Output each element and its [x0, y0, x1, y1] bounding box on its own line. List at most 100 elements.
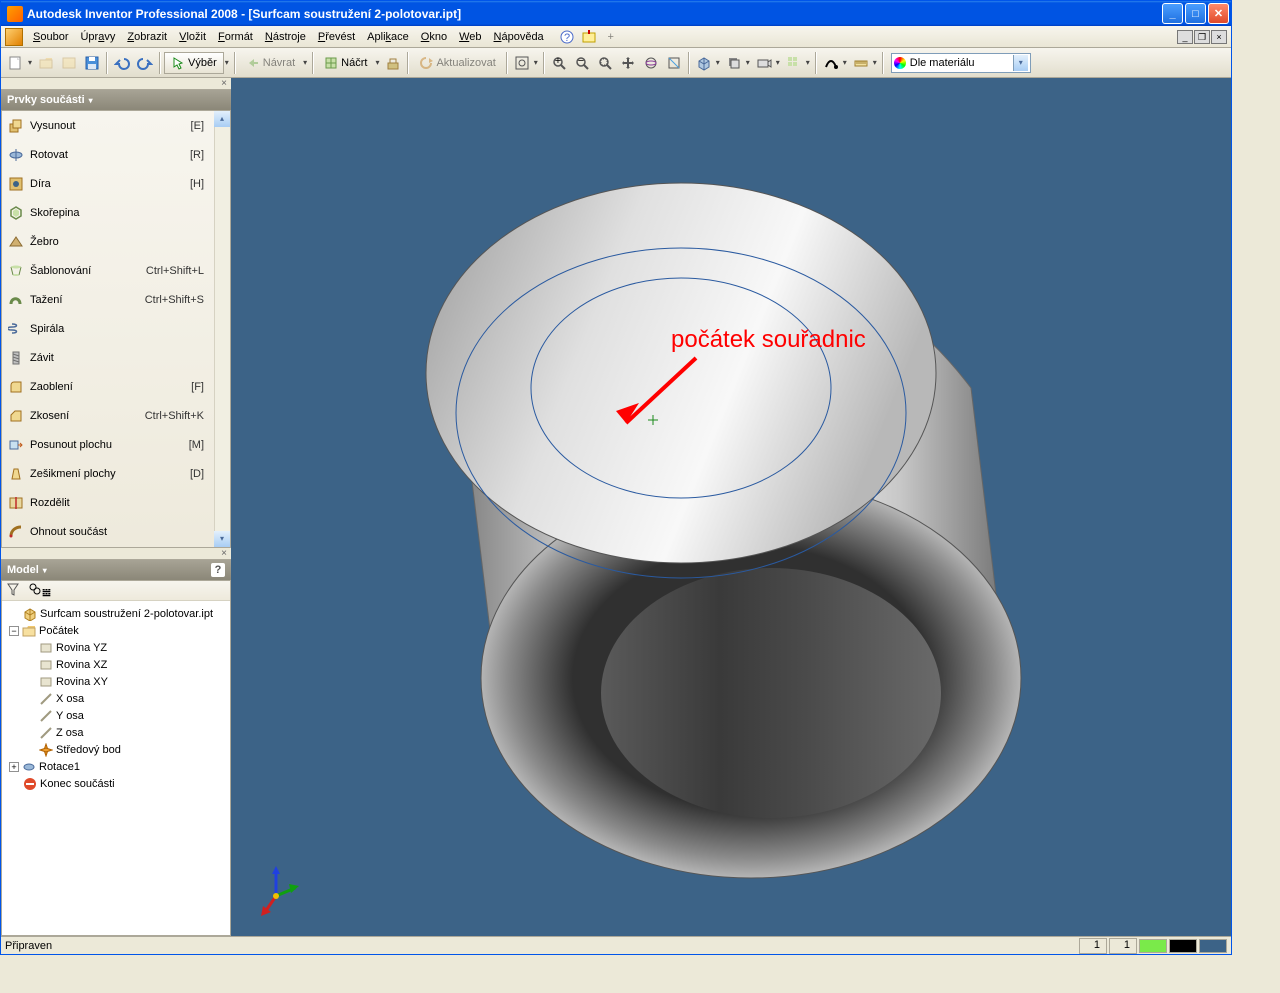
- tree-root[interactable]: Surfcam soustružení 2-polotovar.ipt: [6, 605, 226, 622]
- model-help-icon[interactable]: ?: [211, 563, 225, 577]
- tree-origin-child[interactable]: X osa: [6, 690, 226, 707]
- undo-button[interactable]: [111, 52, 133, 74]
- menu-web[interactable]: Web: [453, 29, 487, 45]
- menu-file[interactable]: Soubor: [27, 29, 74, 45]
- measure-dropdown[interactable]: ▾: [873, 58, 879, 67]
- tree-origin-child[interactable]: Y osa: [6, 707, 226, 724]
- feature-coil[interactable]: Spirála: [2, 314, 230, 343]
- feature-hole[interactable]: Díra[H]: [2, 169, 230, 198]
- features-scrollbar[interactable]: [214, 111, 230, 547]
- camera-button[interactable]: [753, 52, 775, 74]
- app-cube-icon: [5, 28, 23, 46]
- menu-format[interactable]: Formát: [212, 29, 259, 45]
- mdi-minimize-button[interactable]: _: [1177, 30, 1193, 44]
- grid-dropdown[interactable]: ▾: [806, 58, 812, 67]
- menu-convert[interactable]: Převést: [312, 29, 361, 45]
- whatsnew-icon[interactable]: [578, 26, 600, 48]
- open-button[interactable]: [35, 52, 57, 74]
- tree-origin-child[interactable]: Rovina YZ: [6, 639, 226, 656]
- open2-button[interactable]: [58, 52, 80, 74]
- features-close[interactable]: ×: [1, 78, 231, 90]
- zoom-all-button[interactable]: [511, 52, 533, 74]
- orbit-button[interactable]: [640, 52, 662, 74]
- measure-button[interactable]: [850, 52, 872, 74]
- zoom-window-button[interactable]: +: [548, 52, 570, 74]
- redo-button[interactable]: [134, 52, 156, 74]
- select-button[interactable]: Výběr: [164, 52, 224, 74]
- menu-apps[interactable]: Aplikace: [361, 29, 415, 45]
- tree-origin-child[interactable]: Středový bod: [6, 741, 226, 758]
- menu-tools[interactable]: Nástroje: [259, 29, 312, 45]
- camera-dropdown[interactable]: ▾: [776, 58, 782, 67]
- mdi-restore-button[interactable]: ❐: [1194, 30, 1210, 44]
- menu-edit[interactable]: Úpravy: [74, 29, 121, 45]
- tree-origin-child[interactable]: Rovina XY: [6, 673, 226, 690]
- menu-insert[interactable]: Vložit: [173, 29, 212, 45]
- feature-sweep[interactable]: TaženíCtrl+Shift+S: [2, 285, 230, 314]
- sketch-tool1[interactable]: [382, 52, 404, 74]
- feature-moveface[interactable]: Posunout plochu[M]: [2, 430, 230, 459]
- model-header[interactable]: Model ▾ ?: [1, 560, 231, 580]
- new-button[interactable]: [5, 52, 27, 74]
- shadow-dropdown[interactable]: ▾: [746, 58, 752, 67]
- tree-revolve[interactable]: + Rotace1: [6, 758, 226, 775]
- rib-icon: [8, 234, 24, 250]
- shadow-button[interactable]: [723, 52, 745, 74]
- grid-button[interactable]: [783, 52, 805, 74]
- new-dropdown[interactable]: ▾: [28, 58, 34, 67]
- features-scroll-down[interactable]: ▾: [214, 531, 230, 547]
- tree-label: Rotace1: [39, 761, 80, 773]
- tree-origin-child[interactable]: Z osa: [6, 724, 226, 741]
- feature-extrude[interactable]: Vysunout[E]: [2, 111, 230, 140]
- viewport[interactable]: počátek souřadnic: [231, 78, 1231, 936]
- filter-icon[interactable]: [6, 582, 20, 599]
- window-title: Autodesk Inventor Professional 2008 - [S…: [27, 7, 1162, 21]
- pan-button[interactable]: [617, 52, 639, 74]
- material-dropdown-button[interactable]: ▾: [1013, 55, 1028, 71]
- minimize-button[interactable]: _: [1162, 3, 1183, 24]
- tree-expander[interactable]: −: [9, 626, 19, 636]
- feature-rib[interactable]: Žebro: [2, 227, 230, 256]
- select-label: Výběr: [188, 57, 217, 69]
- annotation-label: počátek souřadnic: [671, 326, 866, 354]
- help-icon[interactable]: ?: [556, 26, 578, 48]
- feature-label: Zaoblení: [30, 381, 73, 393]
- feature-revolve[interactable]: Rotovat[R]: [2, 140, 230, 169]
- menu-window[interactable]: Okno: [415, 29, 453, 45]
- material-combo[interactable]: Dle materiálu ▾: [891, 53, 1031, 73]
- zoom-dyn-button[interactable]: −: [571, 52, 593, 74]
- feature-fillet[interactable]: Zaoblení[F]: [2, 372, 230, 401]
- zoom-all-dropdown[interactable]: ▾: [534, 58, 540, 67]
- lookat-button[interactable]: [663, 52, 685, 74]
- close-button[interactable]: ✕: [1208, 3, 1229, 24]
- tree-end-of-part[interactable]: Konec součásti: [6, 775, 226, 792]
- menu-help[interactable]: Nápověda: [488, 29, 550, 45]
- sketch-dropdown[interactable]: ▾: [375, 58, 381, 67]
- shade-dropdown[interactable]: ▾: [716, 58, 722, 67]
- features-header[interactable]: Prvky součásti ▾: [1, 90, 231, 110]
- analyze-dropdown[interactable]: ▾: [843, 58, 849, 67]
- tree-origin[interactable]: −Počátek: [6, 622, 226, 639]
- zoom-sel-button[interactable]: [594, 52, 616, 74]
- shade-button[interactable]: [693, 52, 715, 74]
- features-scroll-up[interactable]: ▴: [214, 111, 230, 127]
- menu-view[interactable]: Zobrazit: [121, 29, 173, 45]
- select-dropdown[interactable]: ▾: [225, 58, 231, 67]
- find-icon[interactable]: 𝍂: [28, 582, 51, 599]
- feature-draft[interactable]: Zešikmení plochy[D]: [2, 459, 230, 488]
- analyze-button[interactable]: [820, 52, 842, 74]
- save-button[interactable]: [81, 52, 103, 74]
- feature-shell[interactable]: Skořepina: [2, 198, 230, 227]
- feature-loft[interactable]: ŠablonováníCtrl+Shift+L: [2, 256, 230, 285]
- model-close[interactable]: ×: [1, 548, 231, 560]
- feature-bend[interactable]: Ohnout součást: [2, 517, 230, 546]
- tree-expander[interactable]: +: [9, 762, 19, 772]
- feature-label: Posunout plochu: [30, 439, 112, 451]
- maximize-button[interactable]: □: [1185, 3, 1206, 24]
- feature-thread[interactable]: Závit: [2, 343, 230, 372]
- tree-origin-child[interactable]: Rovina XZ: [6, 656, 226, 673]
- feature-split[interactable]: Rozdělit: [2, 488, 230, 517]
- sketch-button[interactable]: Náčrt: [317, 52, 374, 74]
- mdi-close-button[interactable]: ×: [1211, 30, 1227, 44]
- feature-chamfer[interactable]: ZkoseníCtrl+Shift+K: [2, 401, 230, 430]
